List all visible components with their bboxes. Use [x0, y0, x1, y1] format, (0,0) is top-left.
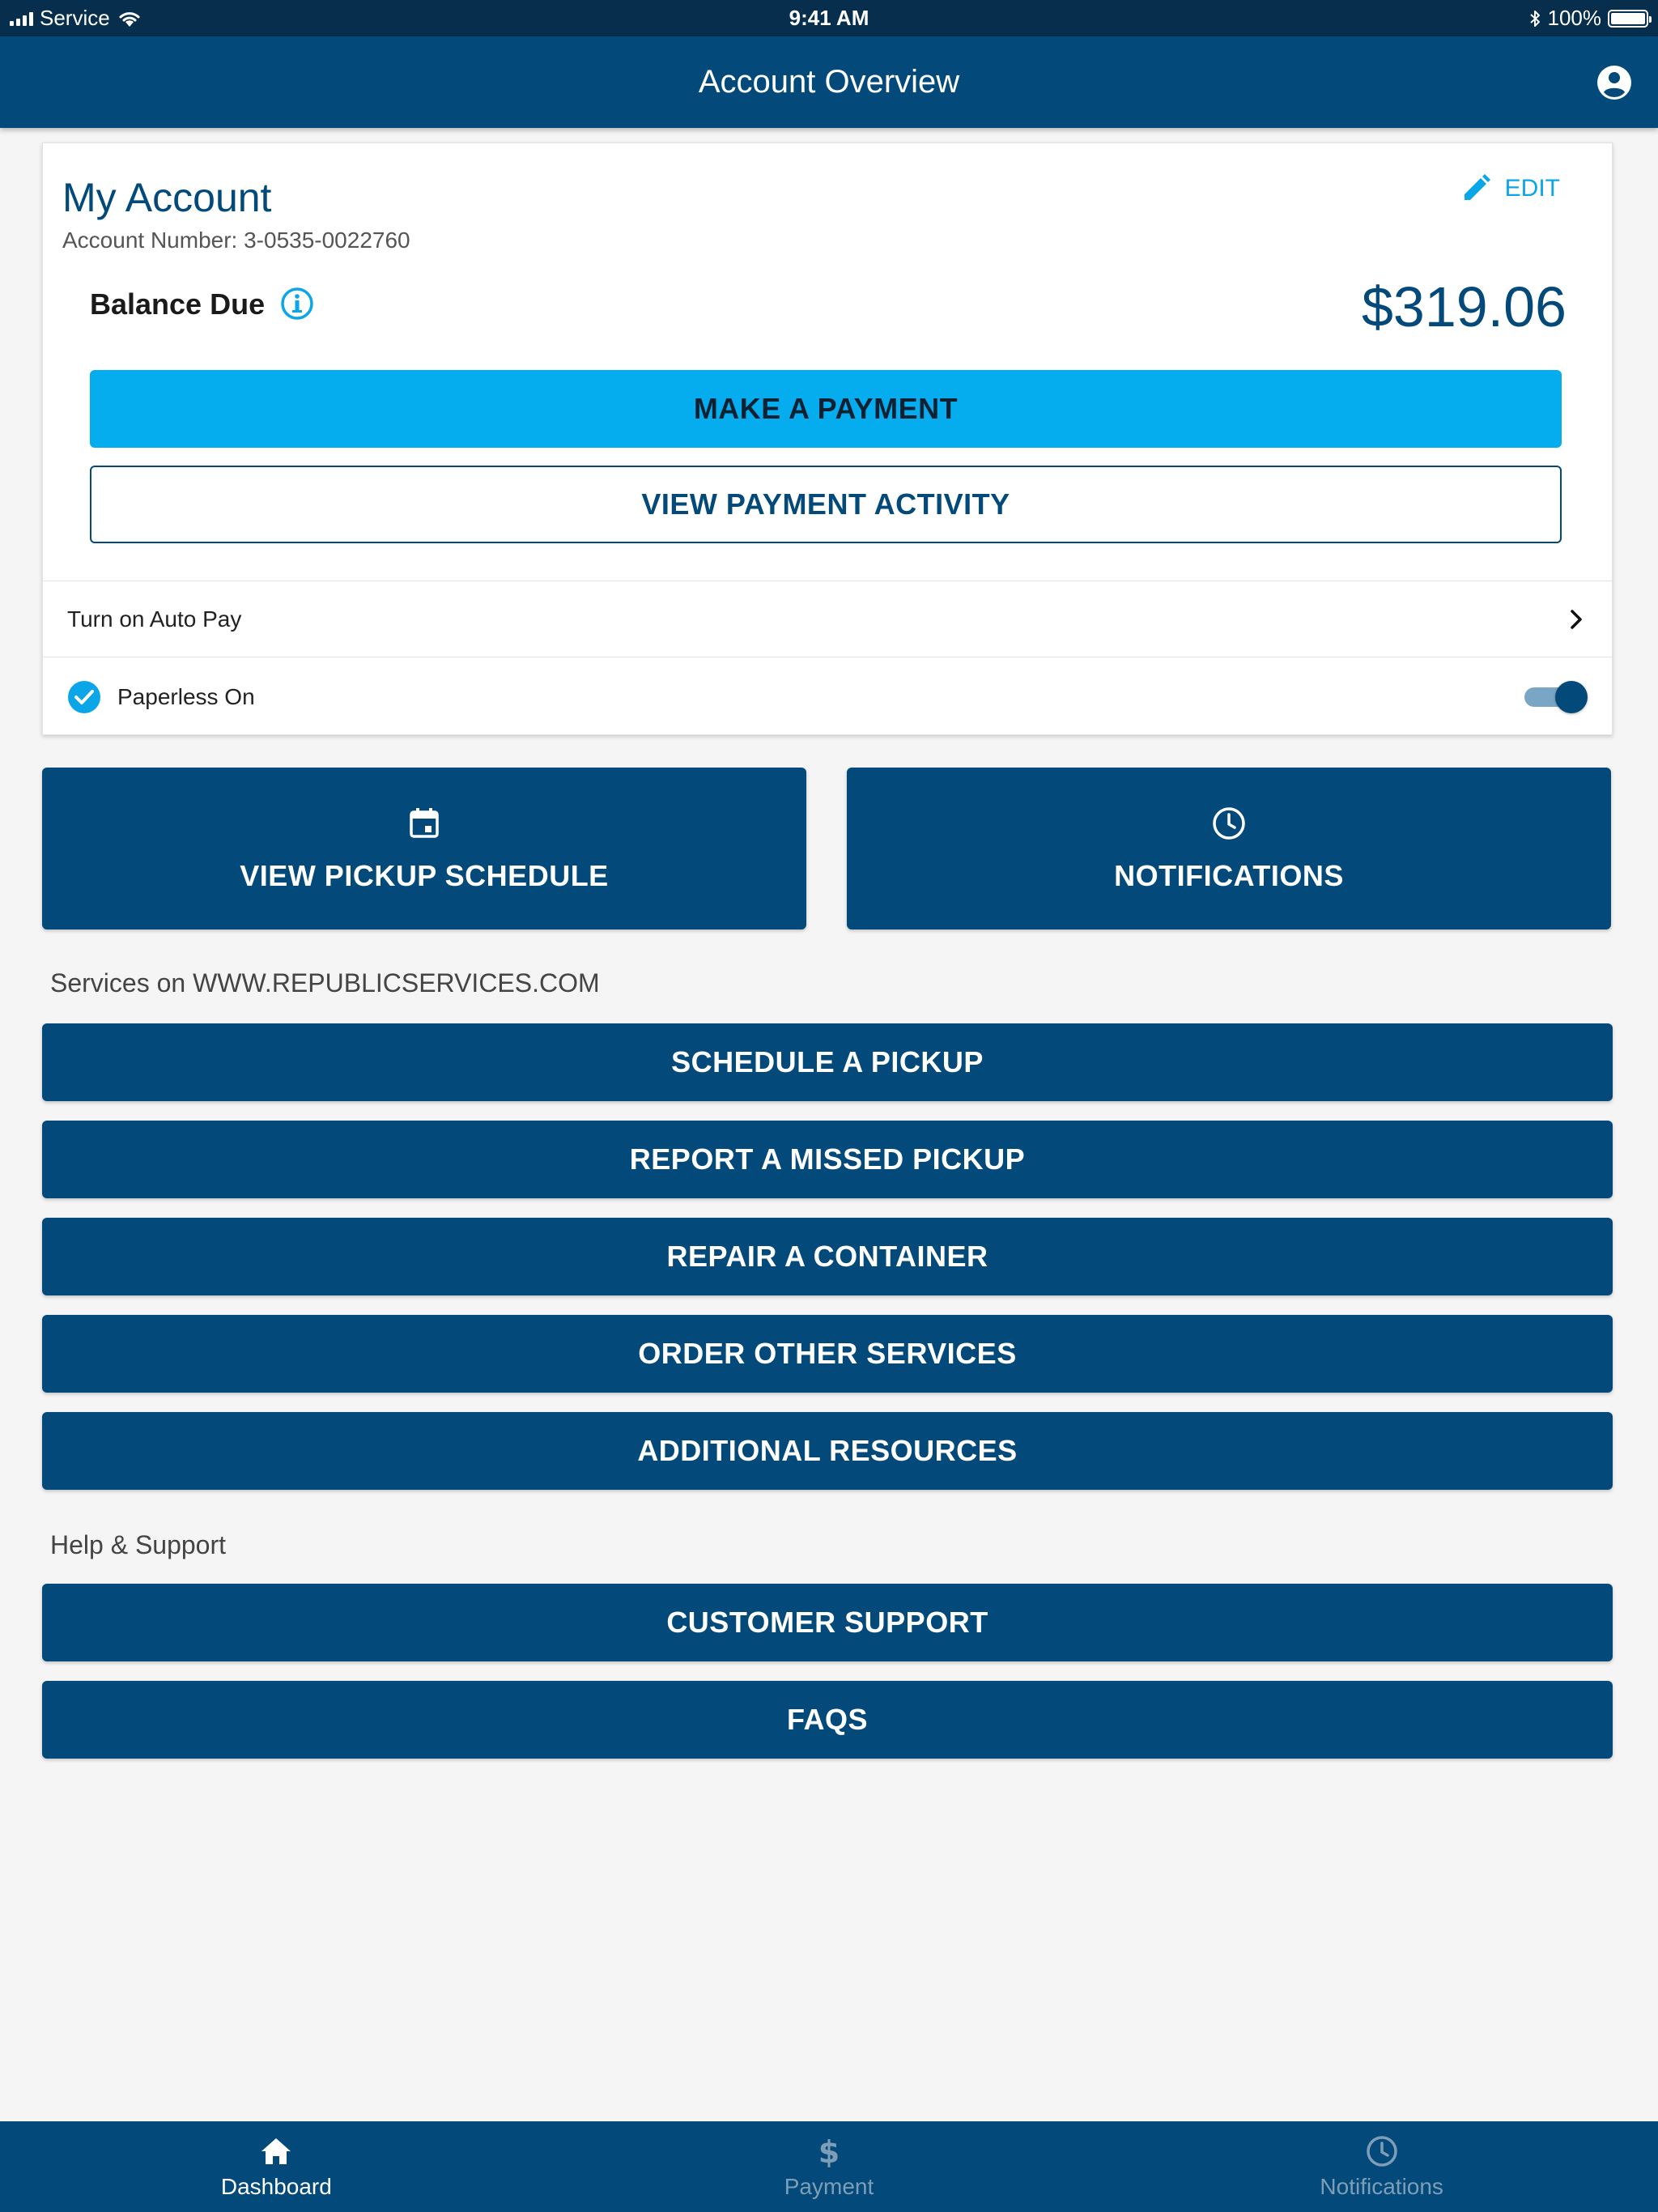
faqs-button[interactable]: FAQS: [42, 1681, 1613, 1759]
home-icon: [261, 2138, 291, 2164]
notifications-button[interactable]: NOTIFICATIONS: [847, 768, 1611, 929]
pencil-icon: [1464, 174, 1490, 200]
page-title: Account Overview: [698, 64, 960, 100]
help-heading: Help & Support: [50, 1530, 227, 1559]
balance-label: Balance Due: [90, 287, 266, 321]
account-circle-icon: [1597, 66, 1631, 100]
calendar-icon: [410, 808, 439, 838]
signal-icon: [10, 11, 33, 26]
paperless-toggle[interactable]: [1524, 679, 1588, 715]
account-number: Account Number: 3-0535-0022760: [62, 228, 410, 253]
customer-support-button[interactable]: CUSTOMER SUPPORT: [42, 1584, 1613, 1661]
paperless-row: Paperless On: [43, 657, 1612, 736]
order-other-services-button[interactable]: ORDER OTHER SERVICES: [42, 1315, 1613, 1393]
bluetooth-icon: [1529, 10, 1540, 27]
status-time: 9:41 AM: [789, 6, 869, 30]
status-right: 100%: [1528, 6, 1652, 31]
wifi-icon: [119, 11, 140, 27]
clock-icon: [1213, 807, 1245, 840]
schedule-pickup-button[interactable]: SCHEDULE A PICKUP: [42, 1023, 1613, 1101]
tab-notifications[interactable]: Notifications: [1105, 2121, 1658, 2212]
report-missed-pickup-button[interactable]: REPORT A MISSED PICKUP: [42, 1121, 1613, 1198]
tab-dashboard[interactable]: Dashboard: [0, 2121, 553, 2212]
status-left: Service: [10, 6, 142, 31]
account-title: My Account: [62, 175, 272, 220]
balance-info-button[interactable]: [279, 286, 315, 321]
autopay-label: Turn on Auto Pay: [67, 606, 242, 632]
paperless-label: Paperless On: [117, 683, 255, 709]
view-payment-activity-button[interactable]: VIEW PAYMENT ACTIVITY: [90, 466, 1562, 543]
tab-dashboard-label: Dashboard: [220, 2174, 332, 2199]
battery-icon: [1608, 9, 1652, 28]
chevron-right-icon: [1571, 609, 1582, 629]
profile-button[interactable]: [1595, 63, 1634, 102]
status-bar: Service 9:41 AM 100%: [0, 0, 1658, 36]
nav-bar: Account Overview: [0, 36, 1658, 128]
tab-payment-label: Payment: [784, 2174, 874, 2199]
info-icon: [281, 287, 313, 320]
svg-text:$: $: [818, 2134, 840, 2169]
clock-icon: [1366, 2136, 1397, 2167]
notifications-label: NOTIFICATIONS: [1114, 859, 1344, 892]
tab-bar: Dashboard $ Payment Notifications: [0, 2121, 1658, 2212]
toggle-knob: [1555, 680, 1588, 713]
tab-payment[interactable]: $ Payment: [553, 2121, 1106, 2212]
app-root: Service 9:41 AM 100% Account Overview My…: [0, 0, 1658, 2212]
tab-notifications-label: Notifications: [1320, 2174, 1443, 2199]
view-pickup-schedule-button[interactable]: VIEW PICKUP SCHEDULE: [42, 768, 806, 929]
repair-container-button[interactable]: REPAIR A CONTAINER: [42, 1218, 1613, 1295]
carrier-name: Service: [40, 6, 110, 30]
balance-amount: $319.06: [1361, 275, 1567, 338]
additional-resources-button[interactable]: ADDITIONAL RESOURCES: [42, 1412, 1613, 1490]
check-circle-icon: [68, 680, 100, 713]
autopay-row[interactable]: Turn on Auto Pay: [43, 581, 1612, 657]
account-card: My Account Account Number: 3-0535-002276…: [42, 143, 1613, 735]
services-heading: Services on WWW.REPUBLICSERVICES.COM: [50, 968, 600, 998]
pickup-schedule-label: VIEW PICKUP SCHEDULE: [240, 859, 609, 892]
dollar-icon: $: [818, 2134, 840, 2169]
battery-percent: 100%: [1547, 6, 1602, 30]
make-payment-button[interactable]: MAKE A PAYMENT: [90, 370, 1562, 448]
edit-label: EDIT: [1504, 175, 1560, 202]
edit-button[interactable]: EDIT: [1460, 172, 1560, 205]
